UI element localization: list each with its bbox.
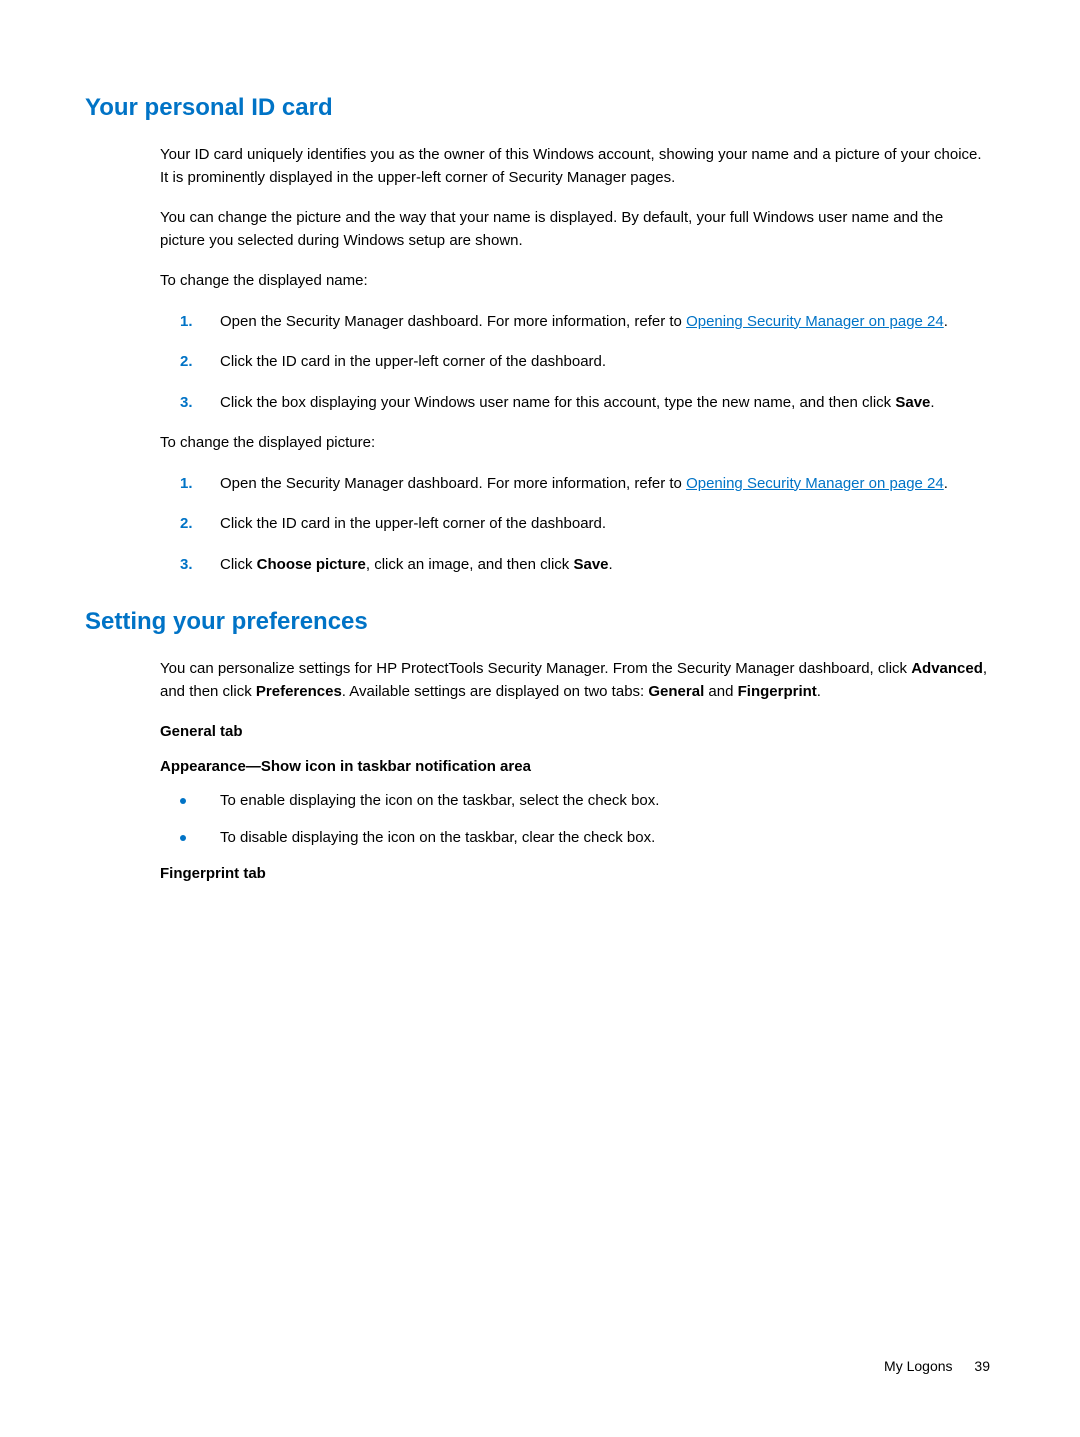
step-text: Click [220, 556, 257, 573]
section1-content: Your ID card uniquely identifies you as … [160, 144, 990, 576]
paragraph: Your ID card uniquely identifies you as … [160, 144, 990, 189]
bold-advanced: Advanced [911, 660, 983, 677]
step-text: Click the ID card in the upper-left corn… [220, 515, 606, 532]
list-item: 2. Click the ID card in the upper-left c… [160, 513, 990, 536]
step-text-mid: , click an image, and then click [366, 556, 574, 573]
bullet-icon [180, 835, 186, 841]
dash: — [246, 758, 261, 775]
step-text: Click the box displaying your Windows us… [220, 394, 895, 411]
bullet-list-icon-options: To enable displaying the icon on the tas… [160, 790, 990, 849]
bullet-text: To disable displaying the icon on the ta… [220, 829, 655, 846]
bold-fingerprint: Fingerprint [738, 683, 817, 700]
step-text-post: . [944, 313, 948, 330]
list-item: 1. Open the Security Manager dashboard. … [160, 473, 990, 496]
bullet-text: To enable displaying the icon on the tas… [220, 792, 659, 809]
subhead-fingerprint-tab: Fingerprint tab [160, 863, 990, 886]
list-item: To disable displaying the icon on the ta… [160, 827, 990, 850]
step-number: 2. [180, 351, 193, 374]
step-text: Open the Security Manager dashboard. For… [220, 475, 686, 492]
subhead-general-tab: General tab [160, 721, 990, 744]
list-item: 1. Open the Security Manager dashboard. … [160, 311, 990, 334]
text: You can personalize settings for HP Prot… [160, 660, 911, 677]
text: . [817, 683, 821, 700]
bold-appearance: Appearance [160, 758, 246, 775]
page-footer: My Logons 39 [884, 1356, 990, 1377]
bold-preferences: Preferences [256, 683, 342, 700]
text: . Available settings are displayed on tw… [342, 683, 649, 700]
bold-save: Save [895, 394, 930, 411]
list-item: 3. Click the box displaying your Windows… [160, 392, 990, 415]
link-opening-security-manager[interactable]: Opening Security Manager on page 24 [686, 313, 944, 330]
text: and [704, 683, 737, 700]
paragraph: To change the displayed picture: [160, 432, 990, 455]
step-number: 1. [180, 311, 193, 334]
bold-show-icon: Show icon in taskbar notification area [261, 758, 531, 775]
heading-setting-preferences: Setting your preferences [85, 604, 990, 640]
link-opening-security-manager[interactable]: Opening Security Manager on page 24 [686, 475, 944, 492]
subhead-appearance: Appearance—Show icon in taskbar notifica… [160, 756, 990, 779]
paragraph: To change the displayed name: [160, 270, 990, 293]
section2-content: You can personalize settings for HP Prot… [160, 658, 990, 886]
steps-change-picture: 1. Open the Security Manager dashboard. … [160, 473, 990, 577]
bold-general: General [648, 683, 704, 700]
step-text-post: . [944, 475, 948, 492]
bullet-icon [180, 798, 186, 804]
bold-choose-picture: Choose picture [257, 556, 366, 573]
step-number: 3. [180, 392, 193, 415]
step-text: Click the ID card in the upper-left corn… [220, 353, 606, 370]
list-item: 3. Click Choose picture, click an image,… [160, 554, 990, 577]
paragraph: You can personalize settings for HP Prot… [160, 658, 990, 703]
step-number: 1. [180, 473, 193, 496]
step-text-post: . [930, 394, 934, 411]
heading-personal-id-card: Your personal ID card [85, 90, 990, 126]
bold-save: Save [573, 556, 608, 573]
footer-section-title: My Logons [884, 1358, 952, 1374]
paragraph: You can change the picture and the way t… [160, 207, 990, 252]
footer-page-number: 39 [974, 1358, 990, 1374]
list-item: 2. Click the ID card in the upper-left c… [160, 351, 990, 374]
list-item: To enable displaying the icon on the tas… [160, 790, 990, 813]
step-number: 2. [180, 513, 193, 536]
step-number: 3. [180, 554, 193, 577]
steps-change-name: 1. Open the Security Manager dashboard. … [160, 311, 990, 415]
step-text: Open the Security Manager dashboard. For… [220, 313, 686, 330]
step-text-post: . [609, 556, 613, 573]
